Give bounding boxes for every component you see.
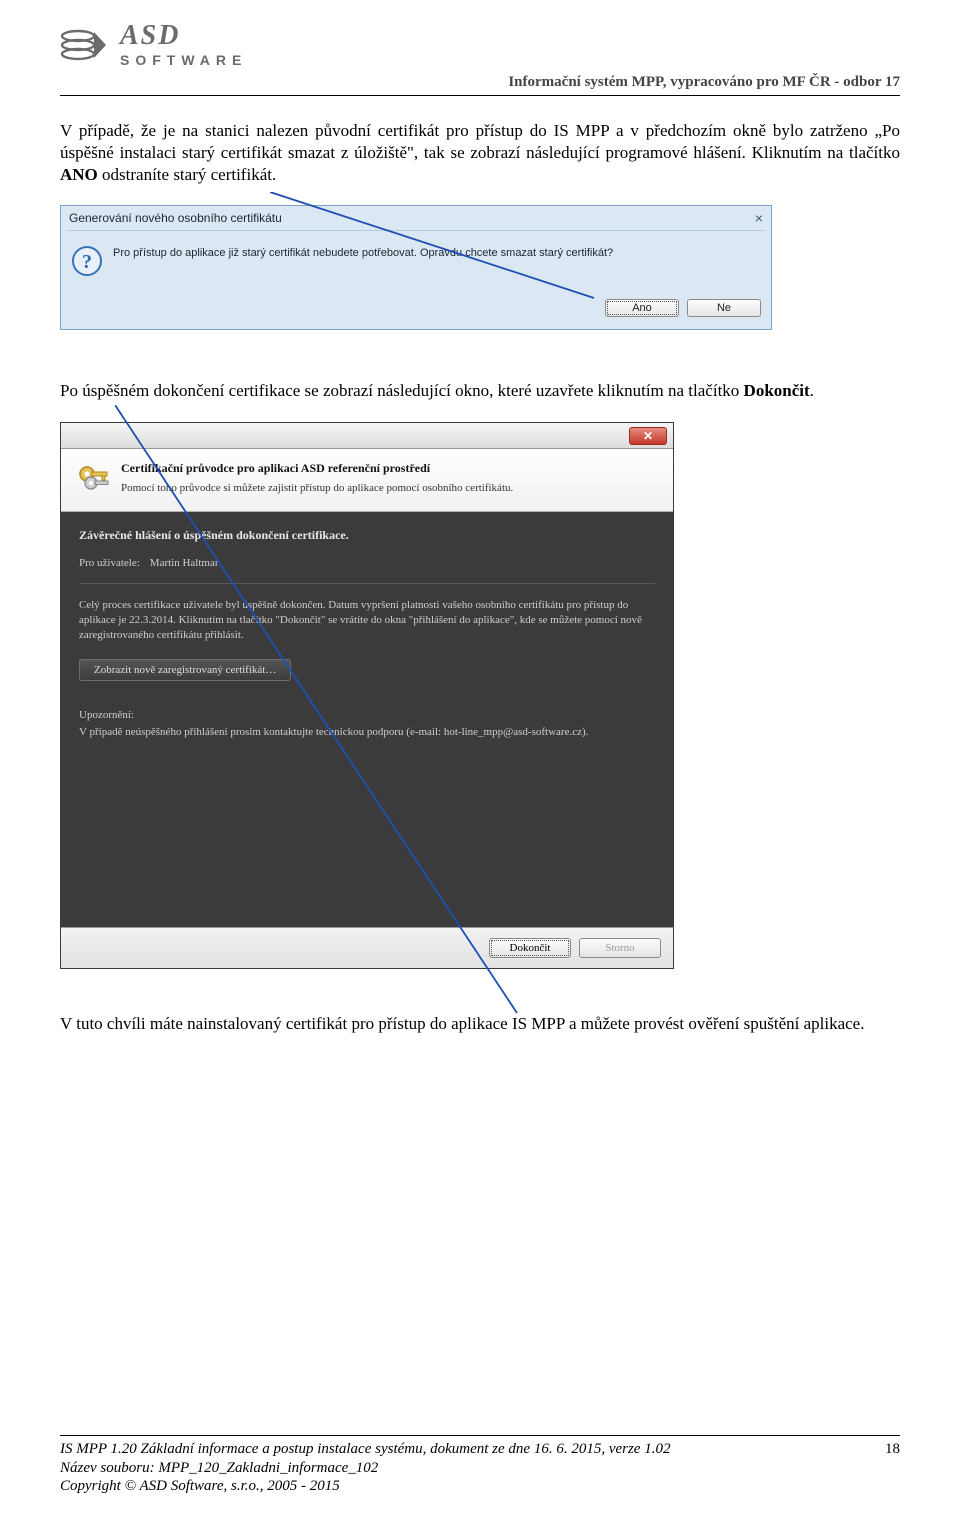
wizard-subtitle: Pomocí toho průvodce si můžete zajistit …: [121, 482, 513, 494]
yes-button[interactable]: Ano: [605, 299, 679, 317]
wizard-title: Certifikační průvodce pro aplikaci ASD r…: [121, 461, 513, 476]
logo-text-bottom: SOFTWARE: [120, 53, 247, 67]
user-value: Martin Haltmar: [150, 557, 219, 569]
user-label: Pro uživatele:: [79, 557, 140, 569]
paragraph-1: V případě, že je na stanici nalezen půvo…: [60, 120, 900, 185]
logo-text-top: ASD: [120, 22, 247, 50]
svg-text:?: ?: [82, 251, 92, 273]
close-icon[interactable]: ×: [755, 210, 763, 226]
show-certificate-button[interactable]: Zobrazit nově zaregistrovaný certifikát…: [79, 659, 291, 681]
page-header: ASD SOFTWARE Informační systém MPP, vypr…: [60, 22, 900, 91]
dialog1-title: Generování nového osobního certifikátu: [69, 211, 282, 225]
logo: ASD SOFTWARE: [60, 22, 900, 67]
warning-text: V případě neúspěšného přihlášení prosím …: [79, 725, 655, 740]
asd-logo-icon: [60, 26, 108, 64]
dialog1-message: Pro přístup do aplikace již starý certif…: [113, 245, 613, 277]
wizard-heading: Závěrečné hlášení o úspěšném dokončení c…: [79, 528, 655, 543]
page-footer: IS MPP 1.20 Základní informace a postup …: [60, 1435, 900, 1496]
paragraph-3: V tuto chvíli máte nainstalovaný certifi…: [60, 1013, 900, 1035]
footer-line-2: Název souboru: MPP_120_Zakladni_informac…: [60, 1459, 670, 1478]
no-button[interactable]: Ne: [687, 299, 761, 317]
confirm-delete-dialog: Generování nového osobního certifikátu ×…: [60, 205, 772, 330]
page-number: 18: [885, 1440, 900, 1496]
keys-icon: [75, 461, 111, 497]
footer-line-1: IS MPP 1.20 Základní informace a postup …: [60, 1440, 670, 1459]
header-subtitle: Informační systém MPP, vypracováno pro M…: [508, 73, 900, 91]
wizard-dialog: ✕ Certifikační průvodce pro aplikaci ASD…: [60, 422, 674, 969]
warning-heading: Upozornění:: [79, 709, 655, 721]
question-icon: ?: [71, 245, 103, 277]
header-rule: [60, 95, 900, 96]
wizard-body-text: Celý proces certifikace uživatele byl ús…: [79, 598, 655, 643]
close-icon[interactable]: ✕: [629, 427, 667, 445]
paragraph-2: Po úspěšném dokončení certifikace se zob…: [60, 380, 900, 402]
cancel-button: Storno: [579, 938, 661, 958]
footer-line-3: Copyright © ASD Software, s.r.o., 2005 -…: [60, 1477, 670, 1496]
finish-button[interactable]: Dokončit: [489, 938, 571, 958]
